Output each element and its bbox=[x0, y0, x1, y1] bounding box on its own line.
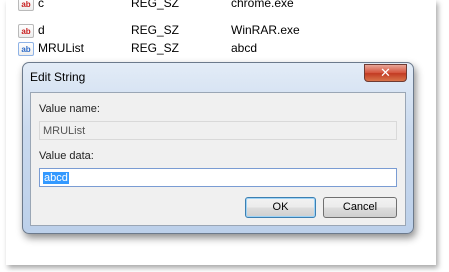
string-value-icon: ab bbox=[18, 0, 34, 11]
value-data: abcd bbox=[231, 41, 258, 55]
value-data-text: abcd bbox=[43, 172, 69, 184]
edit-string-dialog: Edit String ✕ Value name: MRUList Value … bbox=[22, 62, 414, 234]
close-icon: ✕ bbox=[380, 65, 391, 80]
value-data: chrome.exe bbox=[231, 0, 294, 10]
value-type: REG_SZ bbox=[131, 41, 180, 55]
value-data: WinRAR.exe bbox=[231, 23, 300, 37]
value-name: c bbox=[38, 0, 44, 10]
value-name-field: MRUList bbox=[39, 121, 397, 140]
close-button[interactable]: ✕ bbox=[364, 64, 407, 82]
string-value-icon: ab bbox=[18, 42, 34, 56]
dialog-title: Edit String bbox=[30, 70, 86, 84]
value-name: d bbox=[38, 23, 45, 37]
list-item[interactable]: ab c REG_SZ chrome.exe bbox=[18, 0, 418, 13]
value-name: MRUList bbox=[38, 41, 85, 55]
list-item[interactable]: ab MRUList REG_SZ abcd bbox=[18, 40, 418, 58]
value-name-label: Value name: bbox=[39, 103, 100, 115]
value-data-label: Value data: bbox=[39, 150, 94, 162]
value-type: REG_SZ bbox=[131, 23, 180, 37]
value-type: REG_SZ bbox=[131, 0, 180, 10]
list-item[interactable]: ab d REG_SZ WinRAR.exe bbox=[18, 22, 418, 40]
cancel-button[interactable]: Cancel bbox=[323, 197, 397, 218]
dialog-content: Value name: MRUList Value data: abcd OK … bbox=[30, 92, 406, 226]
string-value-icon: ab bbox=[18, 24, 34, 38]
ok-button[interactable]: OK bbox=[245, 197, 316, 218]
value-data-input[interactable]: abcd bbox=[39, 168, 397, 187]
